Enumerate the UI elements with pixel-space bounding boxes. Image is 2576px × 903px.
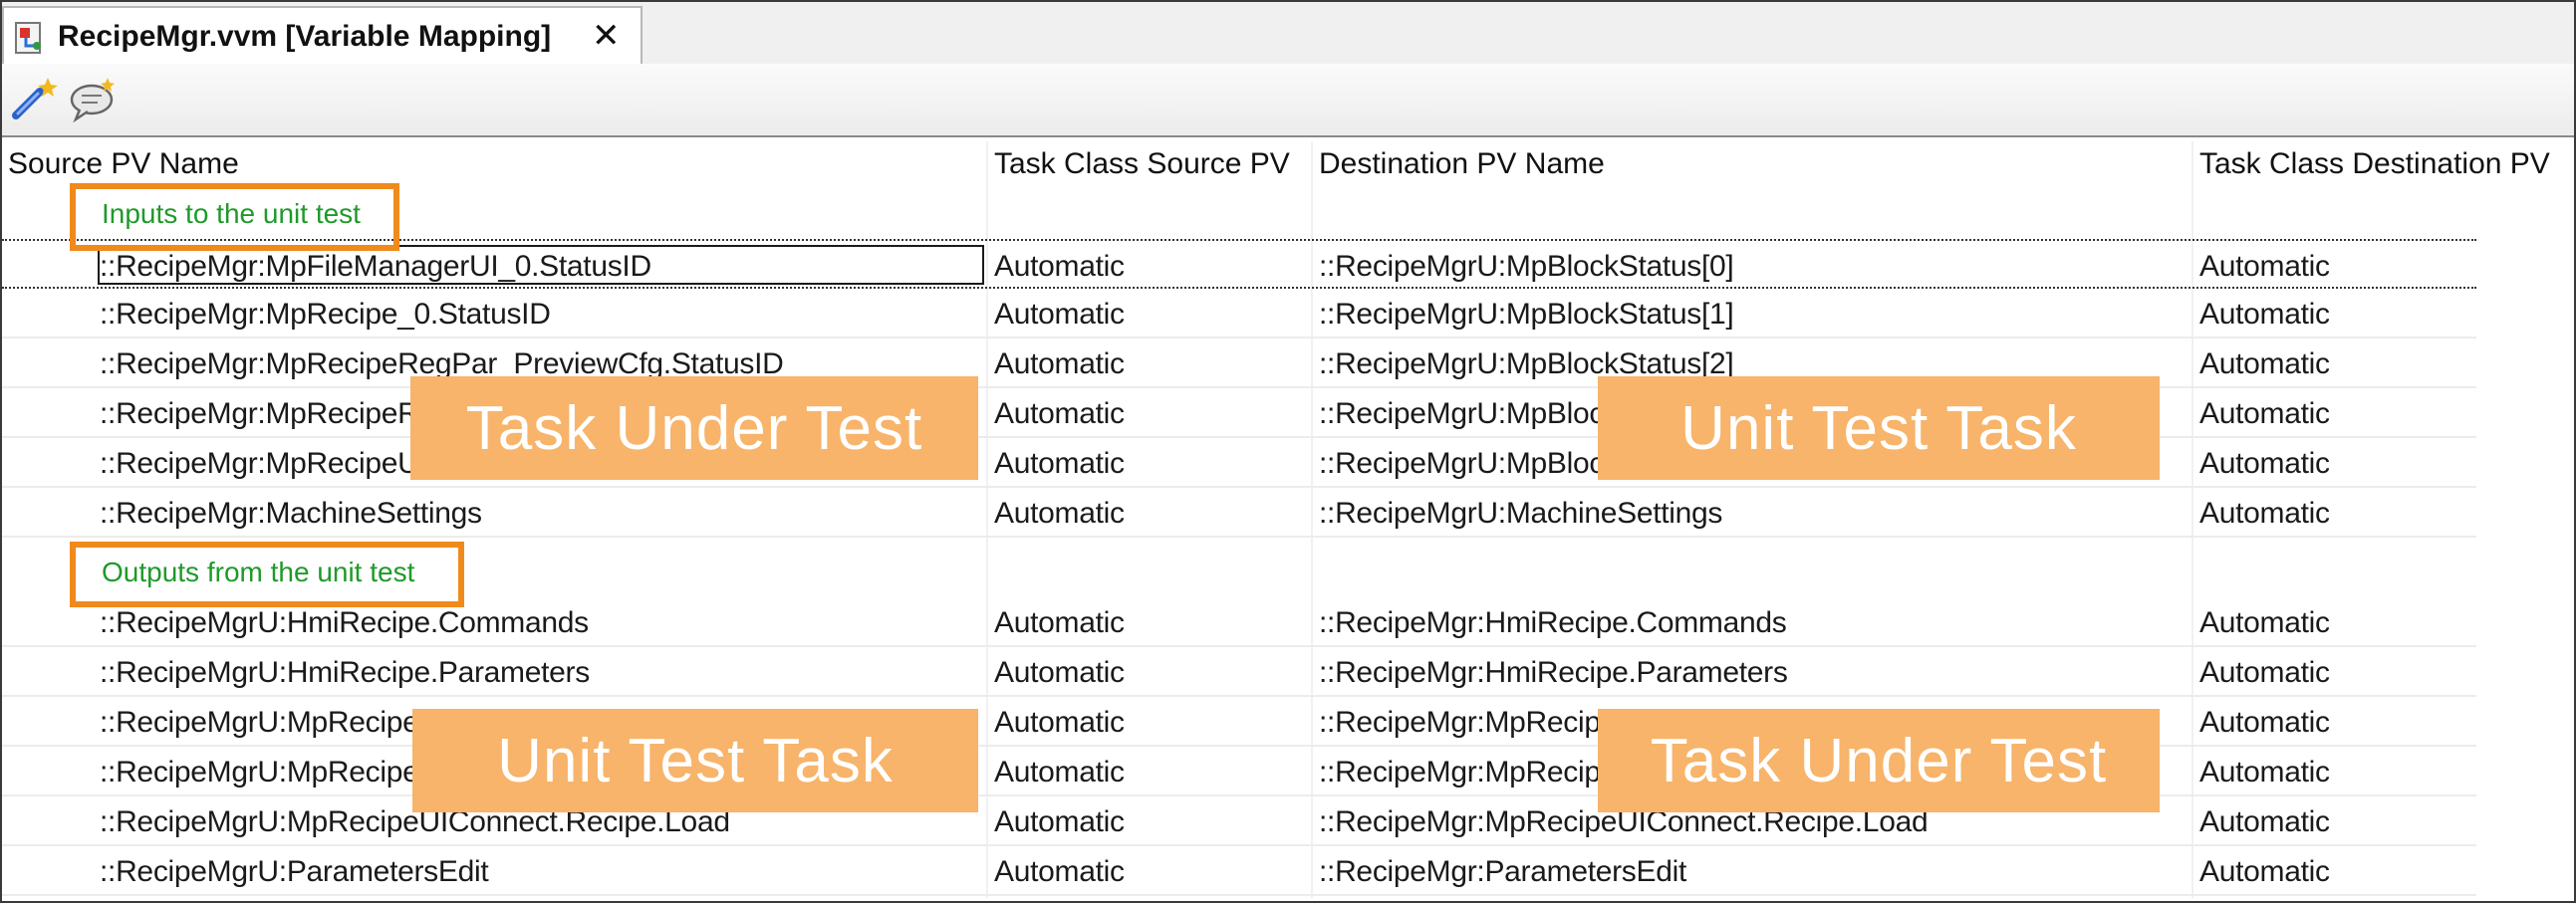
task-class-destination-cell[interactable]: Automatic	[2199, 250, 2330, 284]
task-class-destination-cell[interactable]: Automatic	[2199, 397, 2330, 431]
task-class-source-cell[interactable]: Automatic	[994, 347, 1125, 381]
task-class-destination-cell[interactable]: Automatic	[2199, 497, 2330, 531]
source-pv-cell[interactable]: ::RecipeMgr:MpRecipeR	[100, 397, 419, 431]
destination-pv-cell[interactable]: ::RecipeMgrU:MpBlockStatus[0]	[1319, 250, 1734, 284]
table-row[interactable]: ::RecipeMgrU:HmiRecipe.Parameters Automa…	[2, 647, 2476, 697]
task-class-destination-cell[interactable]: Automatic	[2199, 855, 2330, 889]
column-header-task-class-destination[interactable]: Task Class Destination PV	[2199, 147, 2550, 181]
task-class-source-cell[interactable]: Automatic	[994, 250, 1125, 284]
source-pv-cell[interactable]: ::RecipeMgrU:MpRecipe	[100, 756, 419, 790]
column-header-task-class-source[interactable]: Task Class Source PV	[994, 147, 1290, 181]
tab-strip: RecipeMgr.vvm [Variable Mapping] ✕	[2, 2, 2574, 64]
source-pv-cell[interactable]: ::RecipeMgr:MpFileManagerUI_0.StatusID	[100, 250, 651, 284]
destination-pv-cell[interactable]: ::RecipeMgr:ParametersEdit	[1319, 855, 1686, 889]
source-pv-cell[interactable]: ::RecipeMgrU:MpRecipe	[100, 706, 419, 740]
task-class-destination-cell[interactable]: Automatic	[2199, 805, 2330, 839]
tab-title: RecipeMgr.vvm [Variable Mapping]	[58, 20, 552, 53]
source-pv-cell[interactable]: ::RecipeMgr:MachineSettings	[100, 497, 482, 531]
task-class-source-cell[interactable]: Automatic	[994, 706, 1125, 740]
variable-mapping-file-icon	[15, 22, 41, 54]
task-class-destination-cell[interactable]: Automatic	[2199, 706, 2330, 740]
task-class-source-cell[interactable]: Automatic	[994, 606, 1125, 640]
task-class-destination-cell[interactable]: Automatic	[2199, 606, 2330, 640]
task-class-source-cell[interactable]: Automatic	[994, 298, 1125, 332]
destination-pv-cell[interactable]: ::RecipeMgr:HmiRecipe.Parameters	[1319, 656, 1788, 690]
tab-recipemgr-vvm[interactable]: RecipeMgr.vvm [Variable Mapping] ✕	[2, 6, 643, 64]
task-class-source-cell[interactable]: Automatic	[994, 447, 1125, 481]
task-class-destination-cell[interactable]: Automatic	[2199, 447, 2330, 481]
destination-pv-cell[interactable]: ::RecipeMgrU:MpBloc	[1319, 447, 1604, 481]
destination-pv-cell[interactable]: ::RecipeMgr:MpRecip	[1319, 706, 1601, 740]
destination-pv-cell[interactable]: ::RecipeMgr:HmiRecipe.Commands	[1319, 606, 1787, 640]
overlay-label: Unit Test Task	[1598, 376, 2160, 480]
overlay-label: Task Under Test	[1598, 709, 2160, 812]
task-class-source-cell[interactable]: Automatic	[994, 805, 1125, 839]
source-pv-cell[interactable]: ::RecipeMgrU:HmiRecipe.Parameters	[100, 656, 590, 690]
toolbar	[2, 64, 2574, 137]
source-pv-cell[interactable]: ::RecipeMgrU:HmiRecipe.Commands	[100, 606, 589, 640]
destination-pv-cell[interactable]: ::RecipeMgrU:MpBloc	[1319, 397, 1604, 431]
destination-pv-cell[interactable]: ::RecipeMgrU:MachineSettings	[1319, 497, 1722, 531]
column-header-destination-pv[interactable]: Destination PV Name	[1319, 147, 1605, 181]
task-class-destination-cell[interactable]: Automatic	[2199, 656, 2330, 690]
table-row[interactable]: ::RecipeMgr:MachineSettings Automatic ::…	[2, 488, 2476, 538]
task-class-source-cell[interactable]: Automatic	[994, 397, 1125, 431]
task-class-source-cell[interactable]: Automatic	[994, 855, 1125, 889]
destination-pv-cell[interactable]: ::RecipeMgrU:MpBlockStatus[1]	[1319, 298, 1734, 332]
task-class-source-cell[interactable]: Automatic	[994, 756, 1125, 790]
table-row[interactable]: ::RecipeMgr:MpRecipe_0.StatusID Automati…	[2, 289, 2476, 339]
task-class-destination-cell[interactable]: Automatic	[2199, 298, 2330, 332]
outputs-highlight-box	[70, 542, 464, 607]
source-pv-cell[interactable]: ::RecipeMgr:MpRecipeU	[100, 447, 419, 481]
variable-mapping-window: RecipeMgr.vvm [Variable Mapping] ✕ Sourc…	[0, 0, 2576, 903]
close-icon[interactable]: ✕	[592, 18, 621, 54]
overlay-label: Task Under Test	[410, 376, 978, 480]
task-class-source-cell[interactable]: Automatic	[994, 656, 1125, 690]
inputs-highlight-box	[70, 183, 399, 251]
task-class-source-cell[interactable]: Automatic	[994, 497, 1125, 531]
overlay-label: Unit Test Task	[412, 709, 978, 812]
source-pv-cell[interactable]: ::RecipeMgr:MpRecipe_0.StatusID	[100, 298, 551, 332]
destination-pv-cell[interactable]: ::RecipeMgr:MpRecip	[1319, 756, 1601, 790]
new-mapping-icon[interactable]	[10, 74, 60, 123]
task-class-destination-cell[interactable]: Automatic	[2199, 347, 2330, 381]
source-pv-cell[interactable]: ::RecipeMgrU:ParametersEdit	[100, 855, 489, 889]
new-comment-icon[interactable]	[68, 74, 118, 123]
column-header-source-pv[interactable]: Source PV Name	[8, 147, 239, 181]
task-class-destination-cell[interactable]: Automatic	[2199, 756, 2330, 790]
table-row[interactable]: ::RecipeMgrU:ParametersEdit Automatic ::…	[2, 846, 2476, 896]
